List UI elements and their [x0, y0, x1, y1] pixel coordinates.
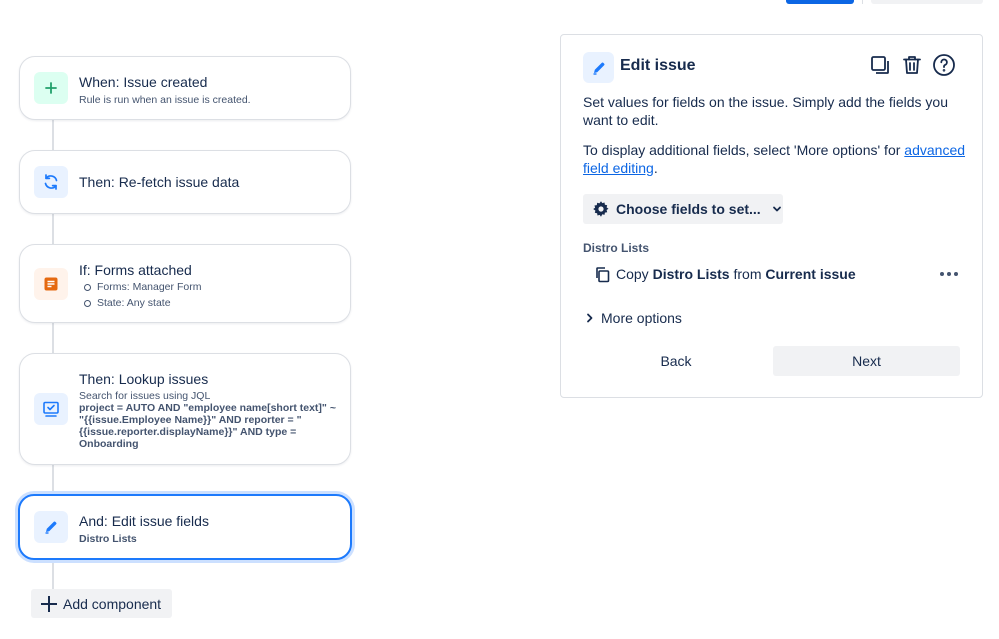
header-divider: [862, 0, 863, 4]
lookup-icon: [34, 393, 68, 425]
chevron-right-icon: [586, 313, 594, 323]
card-title: Then: Lookup issues: [79, 371, 209, 387]
help-icon[interactable]: [932, 53, 956, 77]
refetch-card[interactable]: Then: Re-fetch issue data: [19, 150, 351, 214]
edit-issue-panel: Edit issue Set values for fields on the …: [560, 34, 983, 398]
card-title: When: Issue created: [79, 74, 208, 90]
card-title: Then: Re-fetch issue data: [79, 174, 240, 190]
next-button[interactable]: Next: [773, 346, 960, 376]
form-icon: [34, 268, 68, 300]
jql-query: project = AUTO AND "employee name[short …: [79, 402, 336, 450]
edit-fields-card[interactable]: And: Edit issue fields Distro Lists: [18, 494, 352, 560]
card-subtitle: Distro Lists: [79, 533, 137, 545]
field-from: from: [733, 266, 762, 282]
flow-connector: [52, 560, 54, 590]
more-actions-icon[interactable]: [940, 264, 958, 284]
field-label: Distro Lists: [583, 241, 650, 255]
flow-connector: [52, 214, 54, 245]
refresh-icon: [34, 166, 68, 198]
top-primary-button[interactable]: [786, 0, 854, 4]
pencil-icon: [34, 511, 68, 543]
condition-details: Forms: Manager Form State: Any state: [84, 279, 201, 311]
advanced-hint-suffix: .: [653, 160, 658, 176]
choose-fields-button[interactable]: Choose fields to set...: [583, 194, 783, 224]
flow-connector: [52, 323, 54, 354]
card-subtitle: Rule is run when an issue is created.: [79, 94, 251, 106]
field-copy-row: Copy Distro Lists from Current issue: [594, 264, 958, 284]
card-subtitle: Search for issues using JQL: [79, 390, 211, 402]
condition-detail: Forms: Manager Form: [84, 279, 201, 295]
lookup-card[interactable]: Then: Lookup issues Search for issues us…: [19, 353, 351, 465]
chevron-down-icon: [771, 203, 783, 215]
field-name: Distro Lists: [652, 266, 730, 282]
copy-icon: [594, 266, 611, 283]
plus-icon: [34, 72, 68, 104]
top-secondary-button[interactable]: [871, 0, 983, 4]
pencil-icon: [583, 52, 614, 83]
plus-icon: [40, 595, 58, 613]
add-component-label: Add component: [63, 595, 162, 612]
card-title: If: Forms attached: [79, 262, 192, 278]
duplicate-icon[interactable]: [868, 53, 892, 77]
panel-description: Set values for fields on the issue. Simp…: [583, 94, 948, 128]
more-options-label: More options: [601, 310, 682, 326]
add-component-button[interactable]: Add component: [31, 589, 172, 618]
advanced-hint-text: To display additional fields, select 'Mo…: [583, 142, 905, 158]
field-copy-verb: Copy: [616, 266, 649, 282]
flow-connector: [52, 465, 54, 495]
more-options-toggle[interactable]: More options: [586, 310, 682, 326]
flow-connector: [52, 120, 54, 151]
card-title: And: Edit issue fields: [79, 513, 209, 529]
back-button[interactable]: Back: [583, 346, 769, 376]
trigger-card[interactable]: When: Issue created Rule is run when an …: [19, 56, 351, 120]
field-source: Current issue: [765, 266, 856, 282]
advanced-editing-hint: To display additional fields, select 'Mo…: [583, 141, 968, 177]
condition-detail: State: Any state: [84, 295, 201, 311]
trash-icon[interactable]: [900, 53, 924, 77]
panel-title: Edit issue: [620, 57, 696, 74]
choose-fields-label: Choose fields to set...: [616, 201, 761, 217]
gear-icon: [592, 200, 610, 218]
condition-card[interactable]: If: Forms attached Forms: Manager Form S…: [19, 244, 351, 323]
panel-actions: [868, 53, 956, 77]
